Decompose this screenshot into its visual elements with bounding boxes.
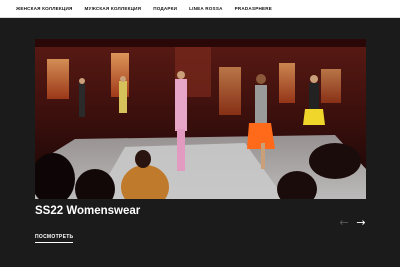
arrow-left-icon[interactable]: ← bbox=[338, 216, 350, 228]
arrow-right-icon[interactable]: → bbox=[355, 216, 367, 228]
collection-title: SS22 Womenswear bbox=[35, 205, 141, 217]
hero-image[interactable] bbox=[35, 39, 366, 199]
top-navigation: ЖЕНСКАЯ КОЛЛЕКЦИЯ МУЖСКАЯ КОЛЛЕКЦИЯ ПОДА… bbox=[0, 0, 400, 18]
nav-item-womens-collection[interactable]: ЖЕНСКАЯ КОЛЛЕКЦИЯ bbox=[16, 6, 73, 11]
nav-item-mens-collection[interactable]: МУЖСКАЯ КОЛЛЕКЦИЯ bbox=[85, 6, 142, 11]
nav-item-gifts[interactable]: ПОДАРКИ bbox=[153, 6, 177, 11]
nav-item-pradasphere[interactable]: PRADASPHERE bbox=[235, 6, 272, 11]
runway-photo bbox=[35, 39, 366, 199]
nav-item-linea-rossa[interactable]: LINEA ROSSA bbox=[189, 6, 222, 11]
view-collection-link[interactable]: ПОСМОТРЕТЬ bbox=[35, 234, 74, 243]
